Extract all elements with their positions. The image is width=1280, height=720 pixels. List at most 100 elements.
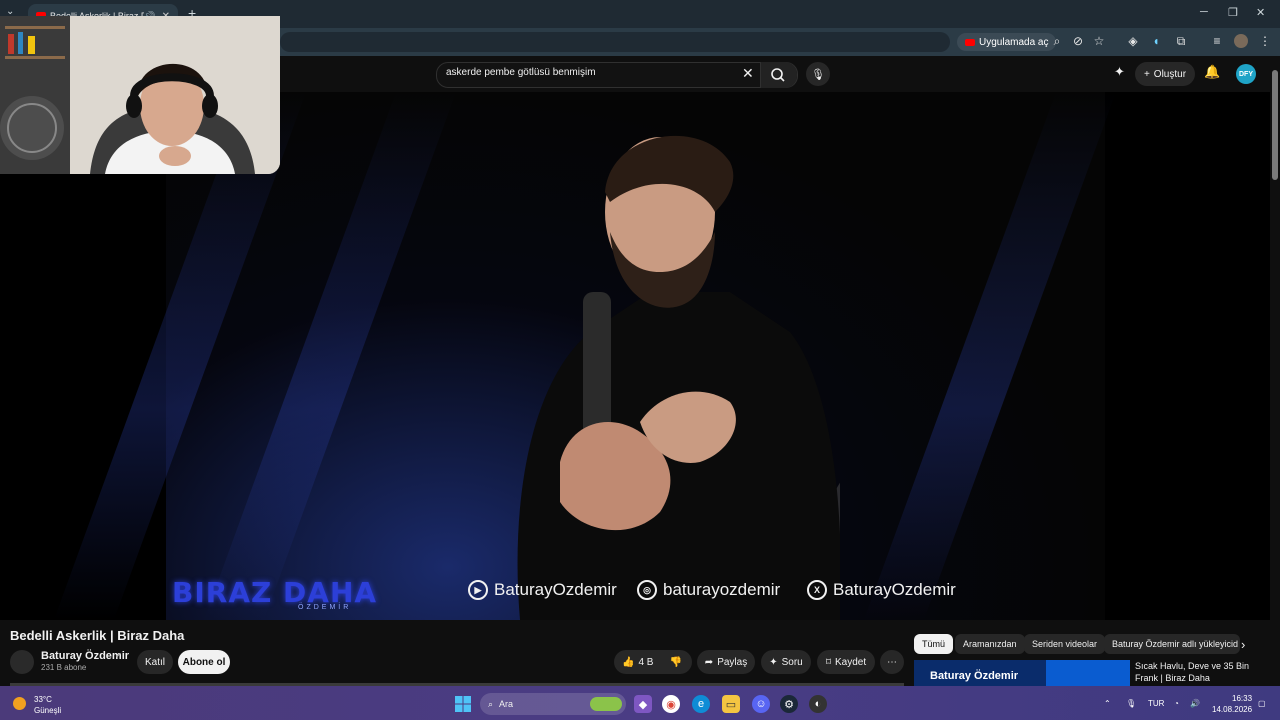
like-dislike-group: 👍 4 B 👎	[614, 650, 692, 674]
address-bar[interactable]	[280, 32, 950, 52]
open-in-app-button[interactable]: Uygulamada aç	[957, 33, 1057, 51]
ask-label: Soru	[781, 656, 803, 668]
chip-uploader[interactable]: Baturay Özdemir adlı yükleyicid	[1104, 634, 1240, 654]
social-x: X BaturayOzdemir	[807, 580, 956, 600]
subscribe-label: Abone ol	[182, 656, 226, 668]
search-highlight-icon	[590, 697, 622, 711]
save-button[interactable]: ⌑ Kaydet	[817, 650, 875, 674]
eye-off-icon[interactable]: ⊘	[1071, 34, 1085, 48]
instagram-icon: ◎	[637, 580, 657, 600]
join-label: Katıl	[144, 656, 165, 668]
create-label: Oluştur	[1153, 68, 1187, 80]
notifications-bell-icon[interactable]: 🔔	[1204, 64, 1220, 80]
dislike-icon[interactable]: 👎	[669, 657, 681, 668]
x-icon: X	[807, 580, 827, 600]
account-avatar[interactable]: DFY	[1236, 64, 1256, 84]
channel-logo-subtitle: ÖZDEMİR	[298, 604, 352, 611]
video-title: Bedelli Askerlik | Biraz Daha	[10, 628, 185, 643]
share-button[interactable]: ➦ Paylaş	[697, 650, 755, 674]
share-icon: ➦	[704, 656, 714, 668]
shield-extension-icon[interactable]: ◈	[1126, 34, 1140, 48]
account-initials: DFY	[1239, 70, 1253, 78]
discord-icon[interactable]: ☺	[752, 695, 770, 713]
more-actions-button[interactable]: ⋯	[880, 650, 904, 674]
sound-extension-icon[interactable]: ◖	[1149, 34, 1163, 48]
restore-icon[interactable]: ❐	[1228, 6, 1238, 19]
extensions-icon[interactable]: ⧉	[1174, 34, 1188, 49]
search-icon: ⌕	[488, 698, 494, 709]
clock[interactable]: 16:33 14.08.2026	[1212, 693, 1252, 715]
plus-icon: +	[1143, 68, 1150, 80]
app-icon[interactable]: ◐	[809, 695, 827, 713]
profile-avatar[interactable]	[1234, 34, 1248, 48]
bookmark-star-icon[interactable]: ☆	[1092, 34, 1106, 48]
close-window-icon[interactable]: ✕	[1256, 6, 1265, 19]
search-icon	[771, 68, 785, 82]
clear-search-icon[interactable]: ✕	[742, 65, 754, 82]
search-input[interactable]: askerde pembe götlüsü benmişim	[446, 67, 596, 78]
tray-expand-icon[interactable]: ⌃	[1104, 699, 1111, 708]
save-label: Kaydet	[835, 656, 867, 668]
tray-mic-icon[interactable]: 🎙	[1126, 699, 1136, 708]
windows-logo-icon	[455, 696, 471, 712]
verified-icon: ✔	[115, 651, 122, 660]
open-in-app-label: Uygulamada aç	[979, 36, 1049, 48]
temperature: 33°C	[34, 695, 52, 704]
time: 16:33	[1232, 694, 1253, 703]
like-count[interactable]: 4 B	[638, 657, 653, 668]
subscriber-count: 231 B abone	[41, 663, 87, 672]
media-controls-icon[interactable]: ≡	[1210, 34, 1224, 48]
bookmark-icon: ⌑	[825, 656, 831, 668]
like-icon[interactable]: 👍	[622, 657, 634, 668]
weather-status: Güneşli	[34, 706, 62, 715]
file-explorer-icon[interactable]: ▭	[722, 695, 740, 713]
chip-series[interactable]: Seriden videolar	[1024, 634, 1106, 654]
input-language[interactable]: TUR	[1148, 699, 1164, 708]
ask-button[interactable]: ✦ Soru	[761, 650, 811, 674]
recommended-thumbnail[interactable]: Baturay Özdemir	[914, 660, 1130, 686]
copilot-icon[interactable]: ◆	[634, 695, 652, 713]
chevron-right-icon[interactable]: ›	[1241, 637, 1245, 652]
social-handle: BaturayOzdemir	[833, 580, 956, 599]
thumbnail-art	[1046, 660, 1130, 686]
webcam-image	[0, 16, 280, 174]
subscribe-button[interactable]: Abone ol	[178, 650, 230, 674]
scrollbar-thumb[interactable]	[1272, 70, 1278, 180]
create-button[interactable]: + Oluştur	[1135, 62, 1195, 86]
cast-icon[interactable]: ✦	[1114, 64, 1125, 80]
menu-kebab-icon[interactable]: ⋮	[1258, 34, 1272, 48]
date: 14.08.2026	[1212, 705, 1253, 714]
steam-icon[interactable]: ⚙	[780, 695, 798, 713]
edge-icon[interactable]: e	[692, 695, 710, 713]
social-youtube: ▶ BaturayOzdemir	[468, 580, 617, 600]
taskbar-search[interactable]: ⌕ Ara	[480, 693, 626, 715]
minimize-icon[interactable]: ─	[1200, 6, 1208, 18]
social-instagram: ◎ baturayozdemir	[637, 580, 780, 600]
notification-center-icon[interactable]: ▢	[1258, 699, 1266, 708]
start-button[interactable]	[454, 695, 472, 713]
chip-all[interactable]: Tümü	[914, 634, 954, 654]
sun-icon[interactable]	[13, 697, 26, 710]
weather-widget[interactable]: 33°C Güneşli	[34, 694, 61, 716]
youtube-icon: ▶	[468, 580, 488, 600]
share-label: Paylaş	[717, 656, 748, 668]
join-button[interactable]: Katıl	[137, 650, 173, 674]
channel-avatar[interactable]	[10, 650, 34, 674]
social-handle: BaturayOzdemir	[494, 580, 617, 599]
presenter-figure	[517, 135, 840, 620]
voice-search-button[interactable]: 🎙	[806, 62, 830, 86]
search-button[interactable]	[760, 62, 797, 88]
webcam-overlay	[0, 16, 280, 174]
thumbnail-text: Baturay Özdemir	[930, 670, 1019, 682]
volume-icon[interactable]: 🔊	[1190, 699, 1200, 708]
social-handle: baturayozdemir	[663, 580, 781, 599]
search-placeholder: Ara	[499, 699, 514, 709]
more-icon: ⋯	[887, 656, 897, 668]
sparkle-icon: ✦	[769, 656, 778, 668]
zoom-icon[interactable]: ⌕	[1050, 34, 1064, 49]
youtube-icon	[965, 38, 975, 46]
chrome-icon[interactable]: ◉	[662, 695, 680, 713]
wifi-icon[interactable]: ◔	[1174, 699, 1179, 708]
chip-from-search[interactable]: Aramanızdan	[955, 634, 1025, 654]
recommended-title[interactable]: Sıcak Havlu, Deve ve 35 Bin Frank | Bira…	[1135, 660, 1265, 684]
